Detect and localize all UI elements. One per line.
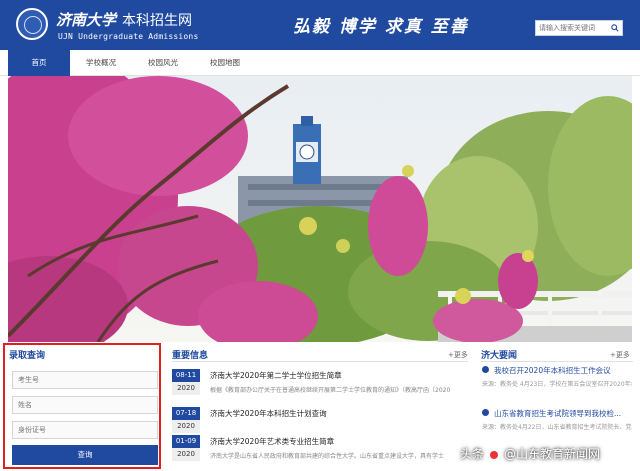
watermark-right-text: @山东教育新闻网: [504, 447, 601, 461]
candidate-number-input[interactable]: [13, 372, 157, 388]
ujn-news-item-title[interactable]: 山东省教育招生考试院领导到我校检...: [494, 408, 621, 419]
date-year: 2020: [172, 382, 200, 395]
date-month-day: 01-09: [172, 435, 200, 448]
campus-banner-image[interactable]: [8, 76, 632, 342]
name-input[interactable]: [13, 397, 157, 413]
ujn-news-more-link[interactable]: +更多: [610, 350, 630, 360]
ujn-news-item-summary: 来源：教务处4月22日，山东省教育招生考试院院长、党总支副书记、郑人，副院长: [482, 424, 632, 431]
toutiao-logo-icon: [487, 447, 502, 462]
search-icon[interactable]: [611, 24, 619, 32]
news-item-title[interactable]: 济南大学2020年本科招生计划查询: [210, 408, 327, 419]
news-item-summary: 根据《教育部办公厅关于在普通高校继续开展第二学士学位教育的通知》（教高厅函〔20…: [210, 387, 451, 394]
nav-item-campus-scenery[interactable]: 校园风光: [132, 50, 194, 76]
bullet-icon: [482, 366, 489, 373]
site-header: 济南大学 本科招生网 UJN Undergraduate Admissions …: [0, 0, 640, 50]
search-input[interactable]: [536, 21, 608, 35]
logo-english-name: UJN Undergraduate Admissions: [58, 32, 199, 41]
news-section-title: 重要信息: [172, 351, 209, 361]
main-nav: 首页 学校概况 校园风光 校园地图: [0, 50, 640, 76]
news-more-link[interactable]: +更多: [448, 350, 468, 360]
ujn-news-item-summary: 来源：教务处 4月23日，学校在第五会议室召开2020年本科招生工作会议。: [482, 381, 632, 388]
date-badge: 08-11 2020: [172, 369, 200, 395]
ujn-news-section-title: 济大要闻: [481, 351, 518, 361]
university-seal-logo[interactable]: [16, 8, 48, 40]
id-number-input[interactable]: [13, 422, 157, 438]
logo-calligraphy[interactable]: 济南大学: [56, 9, 116, 30]
name-field: [12, 396, 158, 414]
date-badge: 01-09 2020: [172, 435, 200, 461]
nav-item-campus-map[interactable]: 校园地图: [194, 50, 256, 76]
date-badge: 07-18 2020: [172, 407, 200, 433]
candidate-number-field: [12, 371, 158, 389]
date-month-day: 07-18: [172, 407, 200, 420]
news-divider: [172, 361, 468, 362]
watermark-left-text: 头条: [460, 447, 485, 461]
logo-site-name[interactable]: 本科招生网: [122, 10, 192, 30]
date-month-day: 08-11: [172, 369, 200, 382]
date-year: 2020: [172, 448, 200, 461]
source-watermark: 头条 @山东教育新闻网: [460, 440, 640, 468]
date-year: 2020: [172, 420, 200, 433]
id-number-field: [12, 421, 158, 439]
news-item-title[interactable]: 济南大学2020年第二学士学位招生简章: [210, 370, 342, 381]
query-title: 录取查询: [9, 351, 46, 361]
banner-illustration: [8, 76, 632, 342]
ujn-news-divider: [481, 361, 633, 362]
news-item-summary: 济南大学是山东省人民政府和教育部共建的综合性大学。山东省重点建设大学，具有学士: [210, 453, 445, 460]
ujn-news-item-title[interactable]: 我校召开2020年本科招生工作会议: [494, 365, 611, 376]
query-button[interactable]: 查询: [12, 445, 158, 465]
news-item-title[interactable]: 济南大学2020年艺术类专业招生简章: [210, 436, 334, 447]
bullet-icon: [482, 409, 489, 416]
nav-item-overview[interactable]: 学校概况: [70, 50, 132, 76]
university-motto: 弘毅 博学 求真 至善: [293, 17, 469, 37]
nav-item-home[interactable]: 首页: [8, 50, 70, 76]
search-box: [535, 20, 623, 36]
admission-query-panel: 录取查询 查询: [3, 343, 161, 469]
